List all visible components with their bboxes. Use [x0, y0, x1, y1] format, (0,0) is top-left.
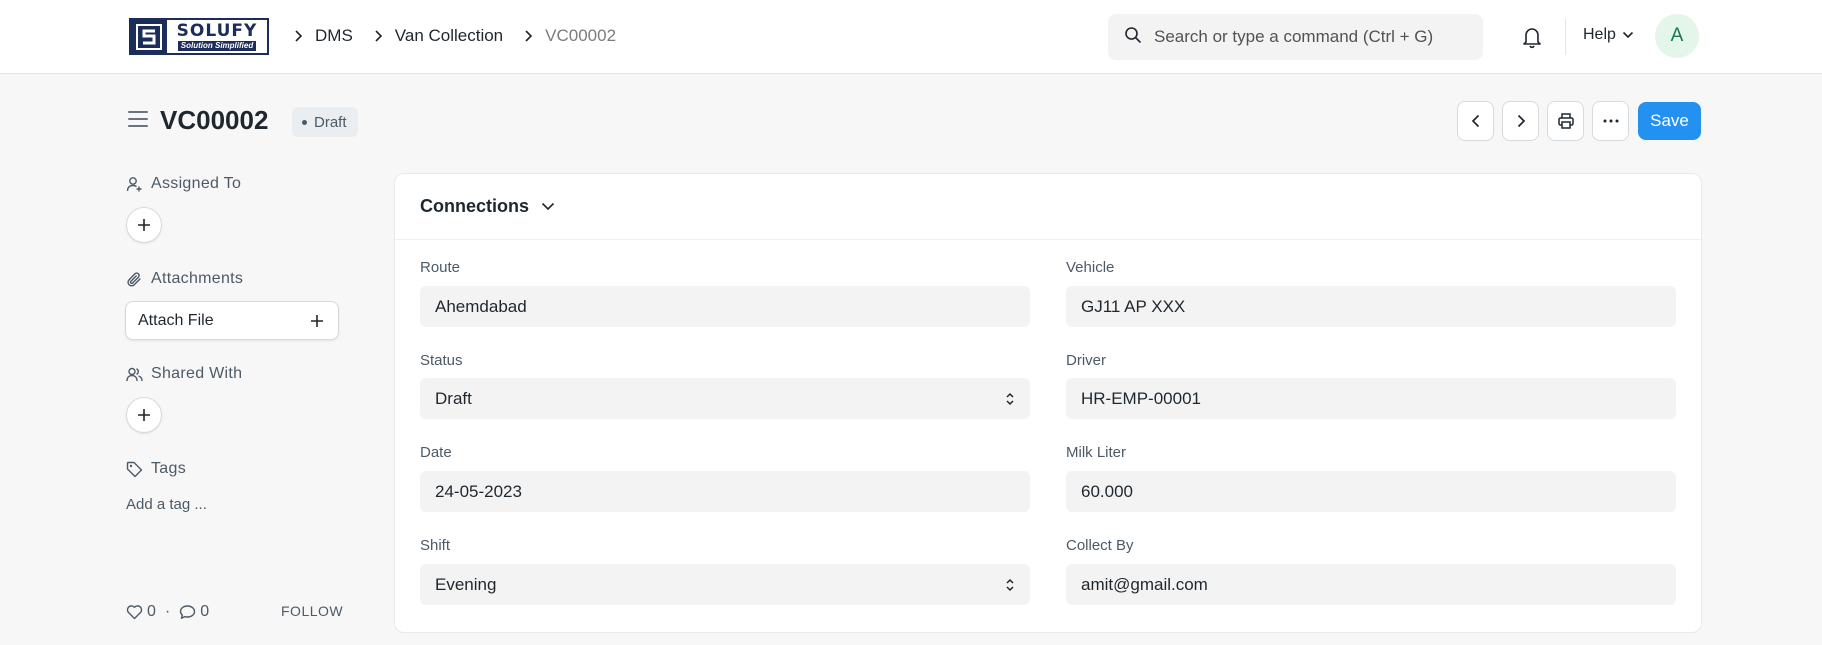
chevron-right-icon	[517, 30, 539, 42]
paperclip-icon	[127, 271, 141, 287]
chevron-down-icon	[541, 202, 555, 211]
avatar[interactable]: A	[1655, 14, 1699, 58]
search-input[interactable]	[1154, 27, 1474, 47]
attach-file-label: Attach File	[138, 311, 214, 329]
more-actions-button[interactable]	[1592, 101, 1629, 141]
assigned-to-heading: Assigned To	[126, 175, 241, 193]
driver-value: HR-EMP-00001	[1081, 388, 1201, 408]
plus-icon	[311, 314, 323, 327]
page-title: VC00002	[160, 105, 269, 135]
notification-bell-icon[interactable]	[1519, 24, 1545, 50]
awesome-bar[interactable]	[1108, 14, 1483, 60]
form-card: Connections Route Ahemdabad Status Draft…	[394, 173, 1702, 633]
more-horizontal-icon	[1603, 119, 1618, 123]
milk-liter-value: 60.000	[1081, 481, 1133, 501]
separator-dot: ·	[164, 603, 171, 620]
attachments-label: Attachments	[151, 270, 244, 287]
sidebar-toggle-icon[interactable]	[128, 111, 148, 129]
chevron-left-icon	[1471, 114, 1479, 128]
navbar-divider	[1565, 19, 1566, 55]
brand-name: SOLUFY	[176, 21, 258, 41]
breadcrumb: DMS Van Collection VC00002	[287, 24, 630, 48]
assigned-to-label: Assigned To	[151, 175, 242, 192]
driver-label: Driver	[1066, 352, 1106, 369]
vehicle-label: Vehicle	[1066, 259, 1115, 276]
chevron-right-icon	[367, 30, 389, 42]
breadcrumb-van-collection[interactable]: Van Collection	[395, 26, 503, 46]
likes-comments: 0 · 0	[126, 603, 209, 621]
previous-doc-button[interactable]	[1457, 101, 1494, 141]
comment-icon[interactable]	[179, 604, 196, 620]
shared-with-label: Shared With	[151, 365, 243, 382]
chevron-right-icon	[287, 30, 309, 42]
shift-select[interactable]: Evening	[420, 564, 1030, 605]
status-label: Status	[420, 352, 463, 369]
collect-by-field[interactable]: amit@gmail.com	[1066, 564, 1676, 605]
date-field[interactable]: 24-05-2023	[420, 471, 1030, 512]
next-doc-button[interactable]	[1502, 101, 1539, 141]
brand-logo[interactable]: SOLUFY Solution Simplified	[129, 18, 269, 55]
status-badge: Draft	[292, 107, 358, 137]
status-dot	[302, 119, 307, 125]
search-icon	[1124, 26, 1142, 49]
chevron-right-icon	[1517, 114, 1525, 128]
vehicle-field[interactable]: GJ11 AP XXX	[1066, 286, 1676, 327]
route-label: Route	[420, 259, 461, 276]
breadcrumb-current: VC00002	[545, 26, 617, 45]
select-arrows-icon	[1006, 392, 1014, 405]
logo-s-icon	[131, 20, 167, 53]
users-icon	[126, 367, 143, 381]
brand-tagline: Solution Simplified	[177, 41, 257, 51]
save-button[interactable]: Save	[1638, 102, 1701, 140]
chevron-down-icon	[1622, 31, 1633, 39]
follow-button[interactable]: FOLLOW	[281, 603, 343, 619]
attachments-heading: Attachments	[126, 270, 243, 288]
help-dropdown[interactable]: Help	[1583, 26, 1634, 44]
status-badge-label: Draft	[314, 113, 347, 131]
collect-by-label: Collect By	[1066, 537, 1134, 554]
status-select[interactable]: Draft	[420, 378, 1030, 419]
add-share-button[interactable]	[126, 397, 162, 433]
date-value: 24-05-2023	[435, 481, 522, 501]
help-label: Help	[1583, 26, 1616, 43]
date-label: Date	[420, 444, 452, 461]
tags-label: Tags	[151, 460, 186, 477]
tags-heading: Tags	[126, 460, 186, 478]
navbar: SOLUFY Solution Simplified DMS Van Colle…	[0, 0, 1822, 74]
print-button[interactable]	[1547, 101, 1584, 141]
collect-by-value: amit@gmail.com	[1081, 574, 1208, 594]
connections-section-toggle[interactable]: Connections	[395, 174, 1701, 240]
tag-icon	[126, 461, 143, 477]
shift-value: Evening	[435, 574, 497, 594]
milk-liter-field[interactable]: 60.000	[1066, 471, 1676, 512]
comments-count: 0	[200, 603, 210, 620]
status-value: Draft	[435, 388, 472, 408]
likes-count: 0	[147, 603, 156, 620]
add-assignee-button[interactable]	[126, 207, 162, 243]
route-field[interactable]: Ahemdabad	[420, 286, 1030, 327]
milk-liter-label: Milk Liter	[1066, 444, 1127, 461]
connections-title: Connections	[420, 196, 530, 216]
select-arrows-icon	[1006, 578, 1014, 591]
printer-icon	[1557, 113, 1574, 129]
user-plus-icon	[126, 176, 142, 191]
attach-file-button[interactable]: Attach File	[125, 301, 339, 340]
heart-icon[interactable]	[126, 604, 143, 620]
breadcrumb-dms[interactable]: DMS	[315, 26, 353, 46]
shift-label: Shift	[420, 537, 451, 554]
plus-icon	[138, 219, 150, 231]
plus-icon	[138, 409, 150, 421]
shared-with-heading: Shared With	[126, 365, 242, 383]
add-tag-link[interactable]: Add a tag ...	[126, 496, 207, 513]
vehicle-value: GJ11 AP XXX	[1081, 296, 1186, 316]
route-value: Ahemdabad	[435, 296, 527, 316]
driver-field[interactable]: HR-EMP-00001	[1066, 378, 1676, 419]
